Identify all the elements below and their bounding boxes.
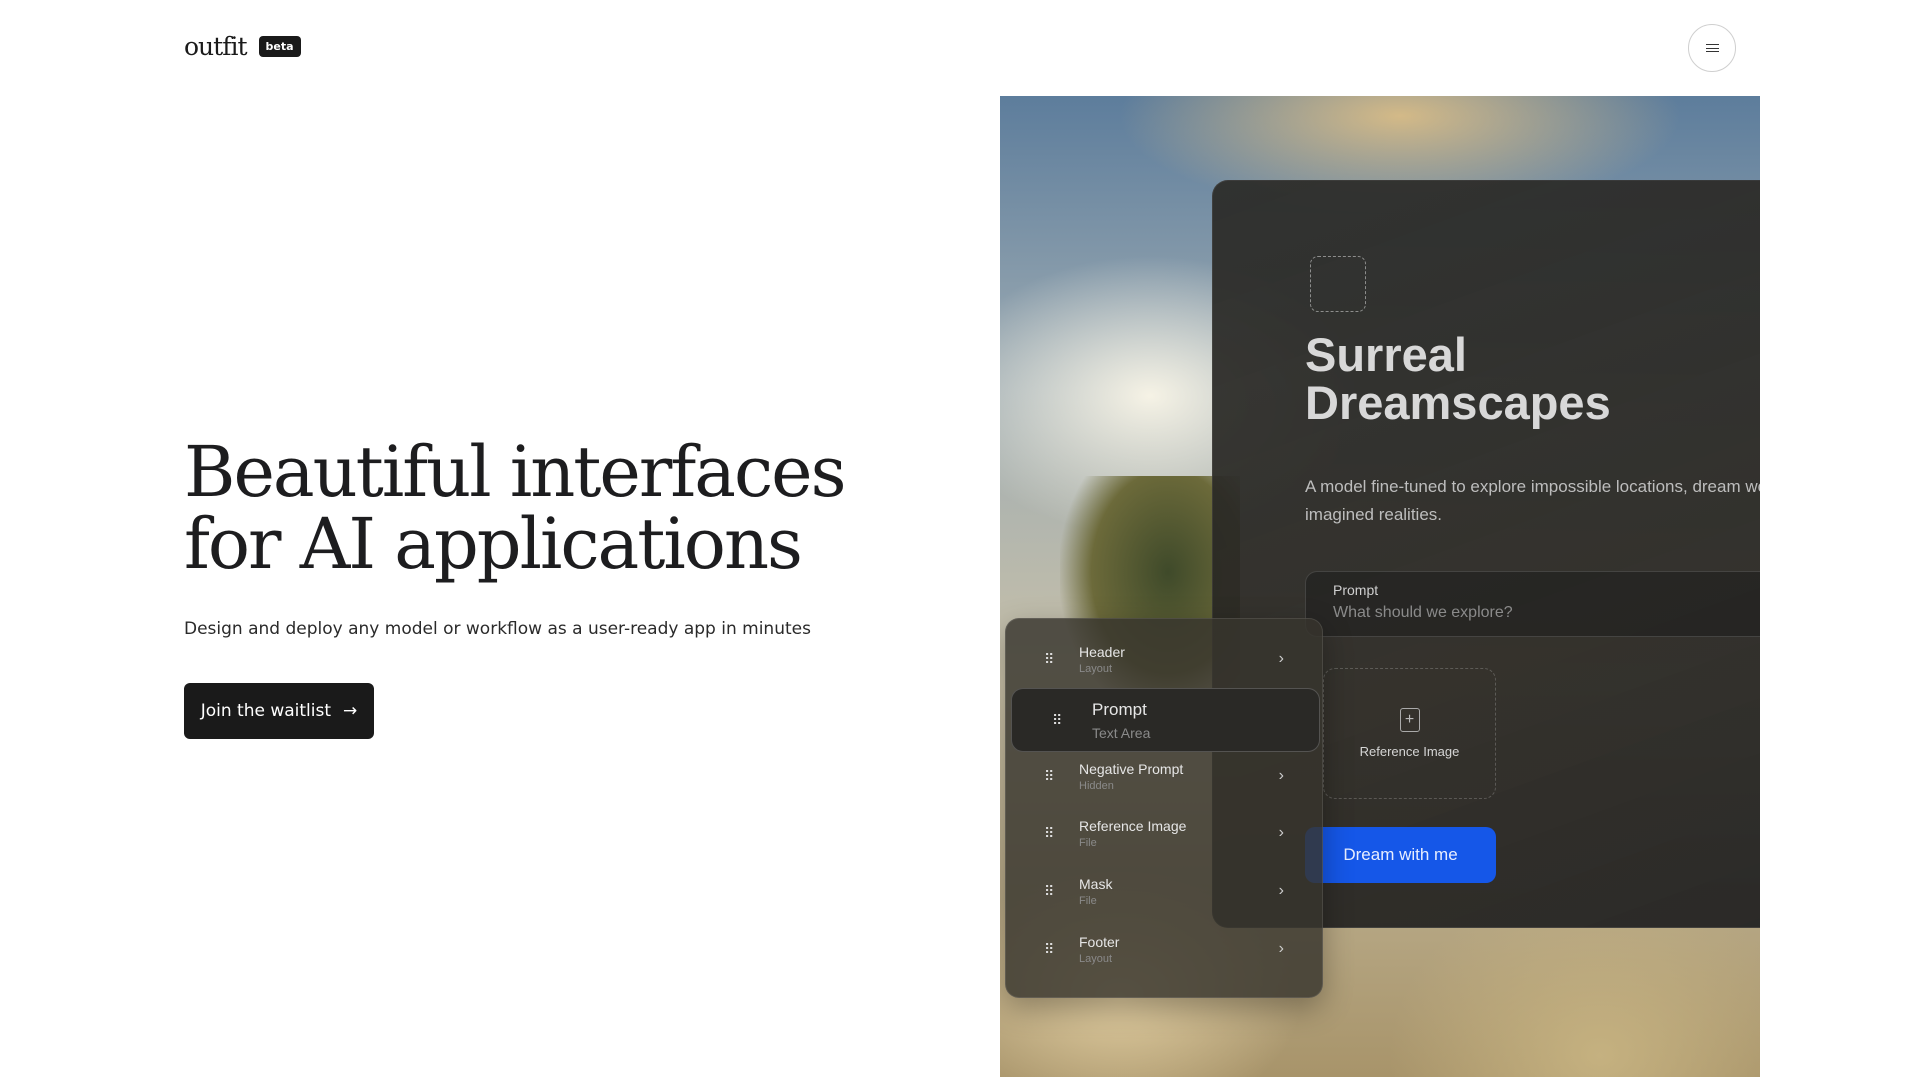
hero-title-line-1: Beautiful interfaces xyxy=(184,431,847,513)
prompt-label: Prompt xyxy=(1333,582,1379,598)
hero-subtitle: Design and deploy any model or workflow … xyxy=(184,619,811,639)
chevron-right-icon[interactable]: › xyxy=(1279,767,1284,785)
grip-icon[interactable]: ⠿ xyxy=(1044,652,1054,666)
layer-item-footer[interactable]: ⠿ Footer Layout › xyxy=(1006,921,1322,977)
menu-button[interactable] xyxy=(1688,24,1736,72)
chevron-right-icon[interactable]: › xyxy=(1279,940,1284,958)
logo-placeholder xyxy=(1310,256,1366,312)
layer-item-mask[interactable]: ⠿ Mask File › xyxy=(1006,863,1322,919)
layer-item-reference-image[interactable]: ⠿ Reference Image File › xyxy=(1006,805,1322,861)
cta-label: Join the waitlist xyxy=(200,701,332,721)
layer-item-header[interactable]: ⠿ Header Layout › xyxy=(1006,631,1322,687)
arrow-right-icon: → xyxy=(343,701,358,721)
preview-title-line-1: Surreal xyxy=(1305,328,1467,381)
layer-title: Header xyxy=(1079,643,1125,660)
layer-type: Text Area xyxy=(1092,724,1151,741)
dream-button[interactable]: Dream with me xyxy=(1305,827,1496,883)
logo-text: outfit xyxy=(184,32,247,61)
layer-type: File xyxy=(1079,894,1097,907)
chevron-right-icon[interactable]: › xyxy=(1279,650,1284,668)
hero-title: Beautiful interfaces for AI applications xyxy=(184,436,847,580)
layer-item-negative-prompt[interactable]: ⠿ Negative Prompt Hidden › xyxy=(1006,748,1322,804)
logo[interactable]: outfit beta xyxy=(184,32,301,61)
grip-icon[interactable]: ⠿ xyxy=(1044,942,1054,956)
reference-image-label: Reference Image xyxy=(1359,744,1460,759)
hamburger-icon xyxy=(1705,44,1719,52)
layer-type: Hidden xyxy=(1079,779,1114,792)
file-plus-icon: + xyxy=(1399,708,1420,732)
layer-title: Footer xyxy=(1079,933,1120,950)
grip-icon[interactable]: ⠿ xyxy=(1044,826,1054,840)
layer-type: File xyxy=(1079,836,1097,849)
hero-preview-image: Surreal Dreamscapes A model fine-tuned to… xyxy=(1000,96,1760,1077)
layer-title: Mask xyxy=(1079,875,1113,892)
hero-title-line-2: for AI applications xyxy=(184,503,803,585)
layer-title: Negative Prompt xyxy=(1079,760,1184,777)
layer-title: Reference Image xyxy=(1079,817,1187,834)
beta-badge: beta xyxy=(258,36,301,57)
grip-icon[interactable]: ⠿ xyxy=(1052,713,1062,727)
grip-icon[interactable]: ⠿ xyxy=(1044,769,1054,783)
preview-title-line-2: Dreamscapes xyxy=(1305,376,1611,429)
prompt-placeholder: What should we explore? xyxy=(1333,604,1513,621)
layer-item-prompt[interactable]: ⠿ Prompt Text Area xyxy=(1011,688,1320,752)
reference-image-upload[interactable]: + Reference Image xyxy=(1323,668,1496,799)
chevron-right-icon[interactable]: › xyxy=(1279,882,1284,900)
layers-panel: ⠿ Header Layout › ⠿ Prompt Text Area ⠿ Negativ… xyxy=(1005,618,1323,998)
layer-type: Layout xyxy=(1079,952,1113,965)
grip-icon[interactable]: ⠿ xyxy=(1044,884,1054,898)
prompt-input[interactable]: Prompt What should we explore? xyxy=(1305,571,1760,637)
join-waitlist-button[interactable]: Join the waitlist → xyxy=(184,683,374,739)
layer-type: Layout xyxy=(1079,662,1113,675)
preview-title: Surreal Dreamscapes xyxy=(1305,331,1611,427)
preview-description: A model fine-tuned to explore impossible… xyxy=(1305,477,1760,524)
layer-title: Prompt xyxy=(1092,699,1147,719)
chevron-right-icon[interactable]: › xyxy=(1279,824,1284,842)
